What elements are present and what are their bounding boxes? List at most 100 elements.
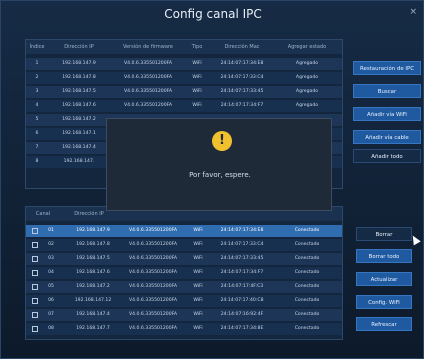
- table-cell: 4: [35, 103, 39, 108]
- table-cell: 24:14:07:17:34:8E: [220, 326, 264, 331]
- table-cell: 24:14:07:17:33:45: [220, 256, 264, 261]
- table-cell: 24:14:07:17:33:C4: [220, 75, 264, 80]
- refrescar-button[interactable]: Refrescar: [356, 317, 412, 331]
- close-icon[interactable]: ×: [409, 7, 417, 17]
- table-cell: V4.0.6.335501200FA: [129, 270, 177, 275]
- table-cell: Agregado: [295, 89, 319, 94]
- table-cell: 192.168.147.9: [76, 228, 110, 233]
- table-cell: V4.0.6.335501200FA: [129, 228, 177, 233]
- table-cell: 06: [48, 298, 54, 303]
- row-checkbox[interactable]: [32, 256, 38, 262]
- table-row[interactable]: 06 192.168.147.12 V4.0.6.335501200FA WiFi 24…: [26, 295, 342, 307]
- añadir-vía-wifi-button[interactable]: Añadir vía WiFi: [353, 107, 421, 121]
- table-cell: 24:14:07:17:34:E8: [220, 61, 264, 66]
- dialog-message: Por favor, espere.: [189, 171, 251, 179]
- table-row[interactable]: 3 192.168.147.5 V4.0.6.335501200FA WiFi 24:1…: [26, 86, 342, 98]
- table-cell: 08: [48, 326, 54, 331]
- table-cell: V4.0.6.335501200FA: [129, 242, 177, 247]
- borrar-button[interactable]: Borrar: [356, 227, 412, 241]
- table-cell: Conectado: [294, 298, 320, 303]
- table-cell: 2: [35, 75, 39, 80]
- table-cell: Conectado: [294, 242, 320, 247]
- table-cell: WiFi: [193, 270, 203, 275]
- table-cell: WiFi: [192, 61, 202, 66]
- table-cell: 7: [35, 145, 39, 150]
- table-cell: V4.0.6.335501200FA: [124, 75, 172, 80]
- table-cell: 24:14:07:17:40:C8: [220, 298, 264, 303]
- table-cell: 02: [48, 242, 54, 247]
- window-title: Config canal IPC: [164, 7, 262, 21]
- table-cell: 24:14:07:17:33:C4: [220, 242, 264, 247]
- table-cell: 192.168.147.9: [62, 61, 96, 66]
- table-row[interactable]: 07 192.168.147.4 V4.0.6.335501200FA WiFi 24:…: [26, 309, 342, 321]
- table-cell: 192.168.147.4: [62, 145, 96, 150]
- table-cell: WiFi: [193, 284, 203, 289]
- table-cell: 24:14:07:17:4F:C3: [220, 284, 264, 289]
- table-cell: 192.168.147.6: [62, 103, 96, 108]
- añadir-vía-cable-button[interactable]: Añadir vía cable: [353, 130, 421, 144]
- row-checkbox[interactable]: [32, 284, 38, 290]
- table-cell: 6: [35, 131, 39, 136]
- table-header: Índice Dirección IP Versión de firmware …: [26, 40, 342, 54]
- column-header: Canal: [35, 211, 51, 217]
- table-cell: 192.168.147.: [63, 159, 95, 164]
- table-cell: V4.0.6.335501200FA: [129, 326, 177, 331]
- table-row[interactable]: 02 192.168.147.8 V4.0.6.335501200FA WiFi 24:…: [26, 239, 342, 251]
- ipc-config-window: Config canal IPC × Índice Dirección IP V…: [0, 0, 424, 359]
- row-checkbox[interactable]: [32, 298, 38, 304]
- table-row[interactable]: 08 192.168.147.7 V4.0.6.335501200FA WiFi 24:…: [26, 323, 342, 335]
- table-cell: Agregado: [295, 61, 319, 66]
- table-cell: WiFi: [192, 75, 202, 80]
- column-header: Tipo: [191, 44, 203, 50]
- table-cell: 3: [35, 89, 39, 94]
- buscar-button[interactable]: Buscar: [353, 84, 421, 98]
- table-cell: 192.168.147.4: [76, 312, 110, 317]
- table-cell: WiFi: [193, 298, 203, 303]
- table-cell: Conectado: [294, 326, 320, 331]
- table-cell: 192.168.147.7: [76, 326, 110, 331]
- table-row[interactable]: 4 192.168.147.6 V4.0.6.335501200FA WiFi 24:1…: [26, 100, 342, 112]
- row-checkbox[interactable]: [32, 326, 38, 332]
- column-header: Dirección Mac: [224, 44, 260, 50]
- row-checkbox[interactable]: [32, 270, 38, 276]
- table-cell: WiFi: [193, 312, 203, 317]
- table-row[interactable]: 03 192.168.147.5 V4.0.6.335501200FA WiFi 24:…: [26, 253, 342, 265]
- restauración-de-ipc-button[interactable]: Restauración de IPC: [353, 61, 421, 75]
- table-row[interactable]: 1 192.168.147.9 V4.0.6.335501200FA WiFi 24:1…: [26, 58, 342, 70]
- actualizar-button[interactable]: Actualizar: [356, 272, 412, 286]
- column-header: Versión de firmware: [123, 44, 173, 50]
- row-checkbox[interactable]: [32, 312, 38, 318]
- table-cell: 04: [48, 270, 54, 275]
- table-cell: V4.0.6.335501200FA: [129, 284, 177, 289]
- table-row[interactable]: 05 192.168.147.2 V4.0.6.335501200FA WiFi 24:…: [26, 281, 342, 293]
- table-cell: 192.168.147.1: [62, 131, 96, 136]
- añadir-todo-button[interactable]: Añadir todo: [353, 149, 421, 163]
- table-cell: 192.168.147.5: [76, 256, 110, 261]
- column-header: Agregar estado: [287, 44, 327, 50]
- config-wifi-button[interactable]: Config. WiFi: [356, 295, 412, 309]
- column-header: Índice: [29, 44, 45, 50]
- channel-table: Canal Dirección IP 01 192.168.147.9 V4.0.6…: [25, 206, 343, 340]
- table-cell: Conectado: [294, 270, 320, 275]
- column-header: Dirección IP: [64, 44, 94, 50]
- table-row[interactable]: 04 192.168.147.6 V4.0.6.335501200FA WiFi 24:…: [26, 267, 342, 279]
- table-cell: 24:14:07:17:33:45: [220, 89, 264, 94]
- table-cell: 192.168.147.2: [62, 117, 96, 122]
- row-checkbox[interactable]: [32, 228, 38, 234]
- table-cell: WiFi: [192, 89, 202, 94]
- borrar-todo-button[interactable]: Borrar todo: [356, 249, 412, 263]
- table-row[interactable]: 01 192.168.147.9 V4.0.6.335501200FA WiFi 24:…: [26, 225, 342, 237]
- table-cell: 24:14:07:16:92:4F: [220, 312, 264, 317]
- table-cell: Agregado: [295, 75, 319, 80]
- table-cell: Agregado: [295, 103, 319, 108]
- row-checkbox[interactable]: [32, 242, 38, 248]
- table-cell: Conectado: [294, 256, 320, 261]
- table-cell: 07: [48, 312, 54, 317]
- table-row[interactable]: 2 192.168.147.8 V4.0.6.335501200FA WiFi 24:1…: [26, 72, 342, 84]
- table-cell: WiFi: [192, 103, 202, 108]
- table-cell: 5: [35, 117, 39, 122]
- table-cell: V4.0.6.335501200FA: [124, 61, 172, 66]
- table-cell: Conectado: [294, 228, 320, 233]
- table-cell: 24:14:07:17:34:E8: [220, 228, 264, 233]
- table-cell: WiFi: [193, 326, 203, 331]
